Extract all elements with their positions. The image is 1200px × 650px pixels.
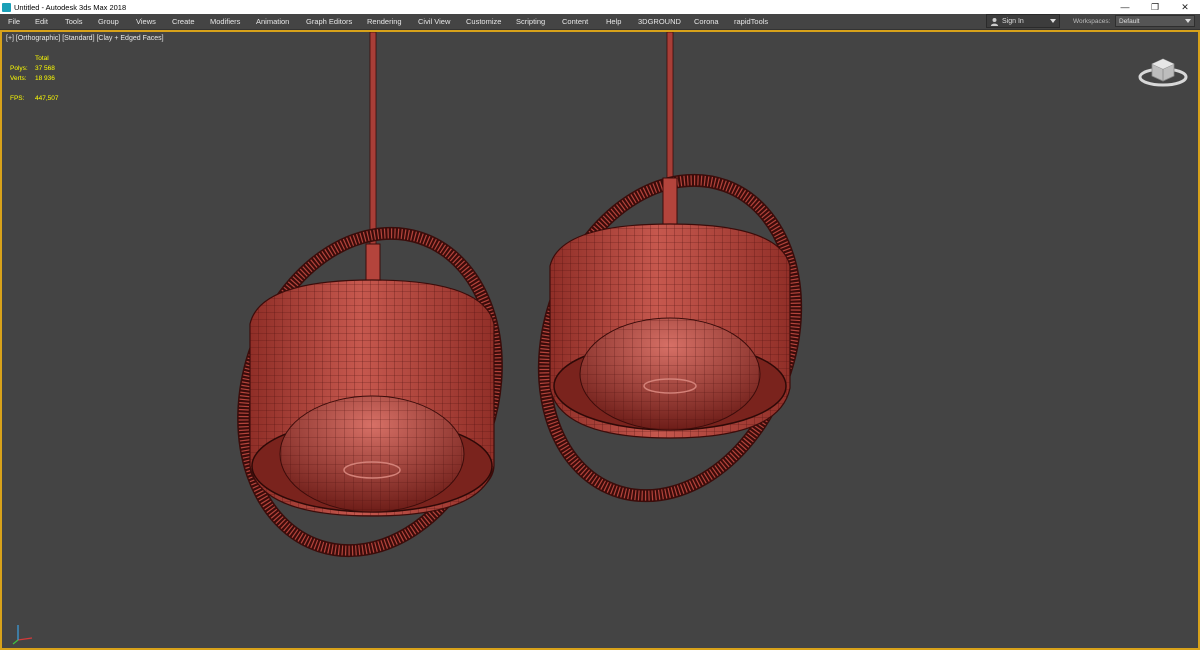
menu-views[interactable]: Views — [136, 14, 156, 29]
lamp-cord — [369, 32, 377, 245]
sign-in-button[interactable]: Sign In — [986, 14, 1060, 28]
perspective-viewport[interactable]: [+] [Orthographic] [Standard] [Clay + Ed… — [0, 30, 1200, 650]
workspace-value: Default — [1119, 18, 1140, 25]
menu-3dground[interactable]: 3DGROUND — [638, 14, 681, 29]
menu-rapidtools[interactable]: rapidTools — [734, 14, 768, 29]
close-button[interactable]: ✕ — [1170, 0, 1200, 14]
title-bar: Untitled - Autodesk 3ds Max 2018 — ❐ ✕ — [0, 0, 1200, 14]
window-title: Untitled - Autodesk 3ds Max 2018 — [14, 2, 127, 12]
fps-label: FPS: — [10, 95, 25, 102]
workspaces-label: Workspaces: — [1073, 18, 1111, 25]
menu-rendering[interactable]: Rendering — [367, 14, 402, 29]
menu-scripting[interactable]: Scripting — [516, 14, 545, 29]
workspace-dropdown[interactable]: Default — [1115, 15, 1195, 27]
menu-customize[interactable]: Customize — [466, 14, 501, 29]
stats-total-label: Total — [35, 55, 49, 62]
user-icon — [990, 17, 999, 26]
menu-group[interactable]: Group — [98, 14, 119, 29]
menu-corona[interactable]: Corona — [694, 14, 719, 29]
menu-create[interactable]: Create — [172, 14, 195, 29]
pendant-lamp-left[interactable] — [204, 32, 536, 584]
chevron-down-icon — [1185, 19, 1191, 23]
menu-civil-view[interactable]: Civil View — [418, 14, 450, 29]
fps-value: 447,507 — [35, 95, 59, 102]
menu-graph-editors[interactable]: Graph Editors — [306, 14, 352, 29]
menu-edit[interactable]: Edit — [35, 14, 48, 29]
scene-canvas[interactable] — [2, 32, 1198, 648]
polys-label: Polys: — [10, 65, 28, 72]
statistics-overlay: Total Polys: 37 568 Verts: 18 936 FPS: 447,… — [10, 54, 59, 104]
menu-help[interactable]: Help — [606, 14, 621, 29]
menu-file[interactable]: File — [8, 14, 20, 29]
maximize-button[interactable]: ❐ — [1140, 0, 1170, 14]
pendant-lamp-right[interactable] — [502, 32, 838, 531]
axis-tripod-icon — [12, 625, 33, 645]
menu-content[interactable]: Content — [562, 14, 588, 29]
chevron-down-icon — [1050, 19, 1056, 23]
menu-modifiers[interactable]: Modifiers — [210, 14, 240, 29]
app-window: Untitled - Autodesk 3ds Max 2018 — ❐ ✕ F… — [0, 0, 1200, 650]
lamp-cord — [666, 32, 674, 179]
verts-value: 18 936 — [35, 75, 55, 82]
polys-value: 37 568 — [35, 65, 55, 72]
app-icon — [2, 2, 11, 12]
sign-in-label: Sign In — [1002, 17, 1024, 25]
viewcube-icon[interactable] — [1137, 54, 1189, 90]
verts-label: Verts: — [10, 75, 27, 82]
viewport-label[interactable]: [+] [Orthographic] [Standard] [Clay + Ed… — [6, 35, 164, 42]
lamp-stem — [662, 177, 678, 227]
menu-animation[interactable]: Animation — [256, 14, 289, 29]
minimize-button[interactable]: — — [1110, 0, 1140, 14]
menu-tools[interactable]: Tools — [65, 14, 83, 29]
